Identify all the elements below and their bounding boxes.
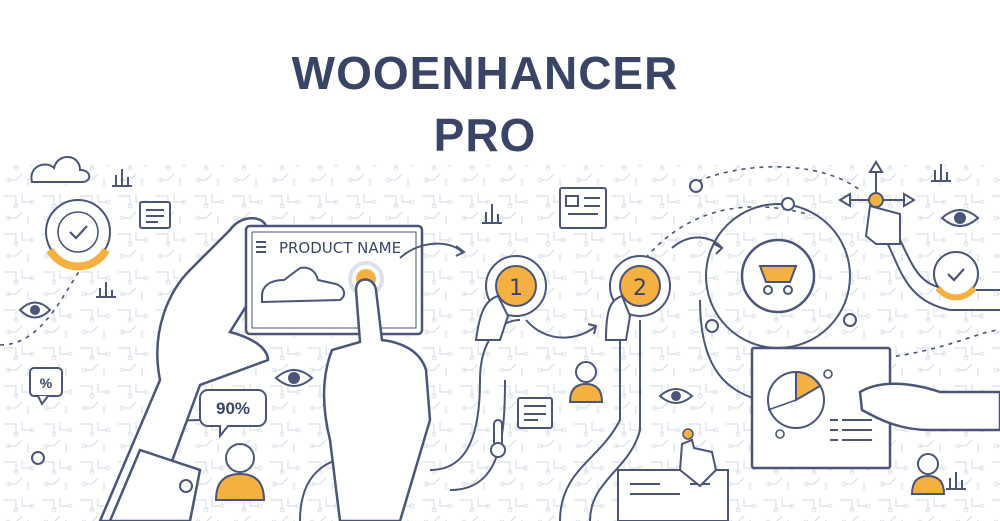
step-2-label: 2 bbox=[633, 276, 647, 301]
product-card: PRODUCT NAME bbox=[244, 224, 424, 336]
thermometer-icon bbox=[490, 419, 506, 458]
cart-icon bbox=[758, 265, 798, 283]
percent-value: 90% bbox=[216, 399, 250, 418]
illustration: % 90% PRODUCT NAME 1 2 bbox=[0, 156, 1000, 521]
check-badge-icon bbox=[933, 251, 979, 301]
product-name-label: PRODUCT NAME bbox=[279, 239, 401, 257]
percent-icon-label: % bbox=[40, 375, 53, 391]
check-gauge-icon bbox=[45, 199, 111, 271]
step-1-label: 1 bbox=[509, 276, 523, 301]
cloud-icon bbox=[30, 156, 91, 183]
